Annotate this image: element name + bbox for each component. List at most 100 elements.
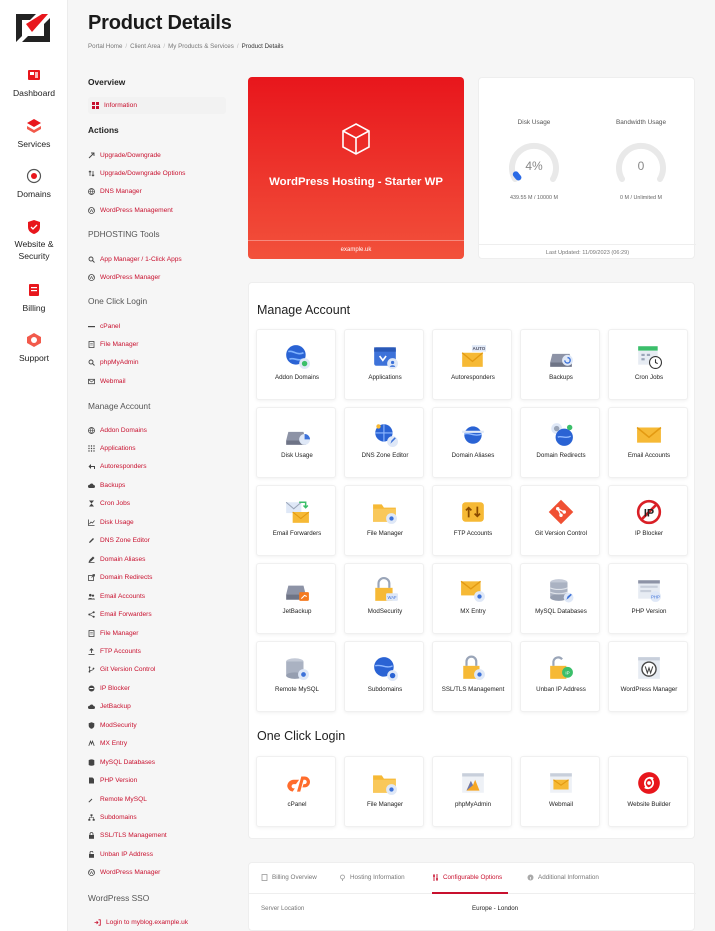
- logo-icon[interactable]: [12, 10, 54, 46]
- sidebar-link-manage[interactable]: Applications: [88, 441, 228, 455]
- sidebar-link-oneclick[interactable]: phpMyAdmin: [88, 356, 228, 370]
- tile-domain-redirects[interactable]: Domain Redirects: [520, 407, 600, 478]
- tile-domain-aliases[interactable]: Domain Aliases: [432, 407, 512, 478]
- tile-modsecurity[interactable]: WAF ModSecurity: [344, 563, 424, 634]
- rail-billing[interactable]: Billing: [0, 282, 68, 314]
- sidebar-link-manage[interactable]: ModSecurity: [88, 718, 228, 732]
- sidebar-link-manage[interactable]: Domain Aliases: [88, 552, 228, 566]
- rail-website-security[interactable]: Website & Security: [0, 219, 68, 262]
- product-domain[interactable]: example.uk: [248, 240, 464, 259]
- tile-email-accounts[interactable]: Email Accounts: [608, 407, 688, 478]
- sidebar-link-label: JetBackup: [100, 703, 131, 711]
- rail-domains[interactable]: Domains: [0, 168, 68, 200]
- wp-icon: W: [88, 869, 95, 877]
- sidebar-link-manage[interactable]: Autoresponders: [88, 460, 228, 474]
- tile-file-manager[interactable]: File Manager: [344, 485, 424, 556]
- tile-autoresponders[interactable]: AUTO Autoresponders: [432, 329, 512, 400]
- folder-icon: [373, 775, 397, 795]
- folder-icon: [373, 504, 397, 524]
- tile-label: Addon Domains: [274, 374, 320, 381]
- tile-label: ModSecurity: [367, 608, 403, 615]
- rail-support[interactable]: Support: [0, 332, 68, 364]
- tile-addon-domains[interactable]: (c)=>`` Addon Domains: [256, 329, 336, 400]
- tile-applications[interactable]: Applications: [344, 329, 424, 400]
- sidebar-link-manage[interactable]: MX Entry: [88, 737, 228, 751]
- sidebar-link-manage[interactable]: Cron Jobs: [88, 497, 228, 511]
- sidebar-link-pdhosting[interactable]: W WordPress Manager: [88, 270, 228, 284]
- login-tile-file-manager[interactable]: File Manager: [344, 756, 424, 827]
- login-tile-cpanel[interactable]: cPanel: [256, 756, 336, 827]
- sidebar-link-manage[interactable]: SSL/TLS Management: [88, 829, 228, 843]
- sidebar-link-manage[interactable]: IP Blocker: [88, 681, 228, 695]
- sidebar-link-sso[interactable]: Login to myblog.example.uk: [88, 915, 228, 929]
- sidebar-link-pdhosting[interactable]: App Manager / 1-Click Apps: [88, 252, 228, 266]
- sidebar-link-manage[interactable]: Unban IP Address: [88, 847, 228, 861]
- globe-icon: [88, 188, 95, 196]
- tile-remote-mysql[interactable]: Remote MySQL: [256, 641, 336, 712]
- tab-configurable-options[interactable]: Configurable Options: [432, 874, 502, 881]
- tab-billing-overview[interactable]: Billing Overview: [261, 874, 317, 881]
- tile-jetbackup[interactable]: JetBackup: [256, 563, 336, 634]
- sidebar-link-manage[interactable]: JetBackup: [88, 700, 228, 714]
- sidebar-link-manage[interactable]: FTP Accounts: [88, 644, 228, 658]
- sidebar-link-manage[interactable]: Domain Redirects: [88, 571, 228, 585]
- sidebar-link-manage[interactable]: PHP Version: [88, 774, 228, 788]
- rail-services[interactable]: Services: [0, 118, 68, 150]
- sidebar-link-manage[interactable]: Backups: [88, 478, 228, 492]
- tile-label: Email Accounts: [627, 452, 671, 459]
- tile-php-version[interactable]: PHP PHP Version: [608, 563, 688, 634]
- login-tile-phpmyadmin[interactable]: phpMyAdmin: [432, 756, 512, 827]
- tile-git-version-control[interactable]: Git Version Control: [520, 485, 600, 556]
- tab-hosting-information[interactable]: Hosting Information: [339, 874, 405, 881]
- sidebar-link-label: Unban IP Address: [100, 850, 154, 858]
- sidebar-link-manage[interactable]: Addon Domains: [88, 423, 228, 437]
- sidebar-link-oneclick[interactable]: cPanel: [88, 319, 228, 333]
- breadcrumb-products[interactable]: My Products & Services: [168, 43, 234, 50]
- sidebar-link-manage[interactable]: W WordPress Manager: [88, 866, 228, 880]
- sidebar-link-manage[interactable]: Subdomains: [88, 811, 228, 825]
- tile-ftp-accounts[interactable]: FTP Accounts: [432, 485, 512, 556]
- sidebar-link-manage[interactable]: MySQL Databases: [88, 755, 228, 769]
- sidebar-link-oneclick[interactable]: Webmail: [88, 374, 228, 388]
- sidebar-link-actions[interactable]: W WordPress Management: [88, 203, 228, 217]
- sidebar-link-label: Backups: [100, 481, 126, 489]
- sidebar-link-manage[interactable]: Email Accounts: [88, 589, 228, 603]
- last-updated: Last Updated: 11/09/2023 (06:29): [479, 244, 696, 256]
- sidebar-link-actions[interactable]: Upgrade/Downgrade Options: [88, 166, 228, 180]
- tile-mx-entry[interactable]: MX Entry: [432, 563, 512, 634]
- tab-additional-information[interactable]: Additional Information: [527, 874, 599, 881]
- tile-dns-zone-editor[interactable]: DNS Zone Editor: [344, 407, 424, 478]
- sidebar-link-label: MX Entry: [100, 740, 128, 748]
- sidebar-link-actions[interactable]: Upgrade/Downgrade: [88, 148, 228, 162]
- sidebar-link-manage[interactable]: File Manager: [88, 626, 228, 640]
- sidebar-link-manage[interactable]: Remote MySQL: [88, 792, 228, 806]
- sidebar-heading-pdhosting: PDHOSTING Tools: [88, 229, 160, 239]
- sidebar-link-label: ModSecurity: [100, 721, 137, 729]
- tile-disk-usage[interactable]: Disk Usage: [256, 407, 336, 478]
- sidebar-link-label: DNS Zone Editor: [100, 537, 150, 545]
- tile-backups[interactable]: Backups: [520, 329, 600, 400]
- sidebar-link-manage[interactable]: Email Forwarders: [88, 608, 228, 622]
- sidebar-item-information[interactable]: Information: [88, 97, 226, 114]
- rail-dashboard[interactable]: Dashboard: [0, 67, 68, 99]
- login-tile-webmail[interactable]: Webmail: [520, 756, 600, 827]
- breadcrumb-portal-home[interactable]: Portal Home: [88, 43, 122, 50]
- tile-mysql-databases[interactable]: MySQL Databases: [520, 563, 600, 634]
- sidebar-link-label: Domain Aliases: [100, 555, 146, 563]
- tile-ssl-tls-management[interactable]: SSL/TLS Management: [432, 641, 512, 712]
- icon-rail: Dashboard Services Domains Website & Sec…: [0, 0, 68, 931]
- sidebar-link-actions[interactable]: DNS Manager: [88, 185, 228, 199]
- sidebar-link-manage[interactable]: Disk Usage: [88, 515, 228, 529]
- sidebar-link-manage[interactable]: Git Version Control: [88, 663, 228, 677]
- tile-cron-jobs[interactable]: Cron Jobs: [608, 329, 688, 400]
- sidebar-link-manage[interactable]: DNS Zone Editor: [88, 534, 228, 548]
- tile-subdomains[interactable]: Subdomains: [344, 641, 424, 712]
- sidebar-link-oneclick[interactable]: File Manager: [88, 337, 228, 351]
- tile-ip-blocker[interactable]: IP IP Blocker: [608, 485, 688, 556]
- login-tile-website-builder[interactable]: Website Builder: [608, 756, 688, 827]
- tile-wordpress-manager[interactable]: WordPress Manager: [608, 641, 688, 712]
- breadcrumb-client-area[interactable]: Client Area: [130, 43, 160, 50]
- tile-label: Website Builder: [627, 801, 671, 808]
- tile-email-forwarders[interactable]: Email Forwarders: [256, 485, 336, 556]
- tile-unban-ip-address[interactable]: IP Unban IP Address: [520, 641, 600, 712]
